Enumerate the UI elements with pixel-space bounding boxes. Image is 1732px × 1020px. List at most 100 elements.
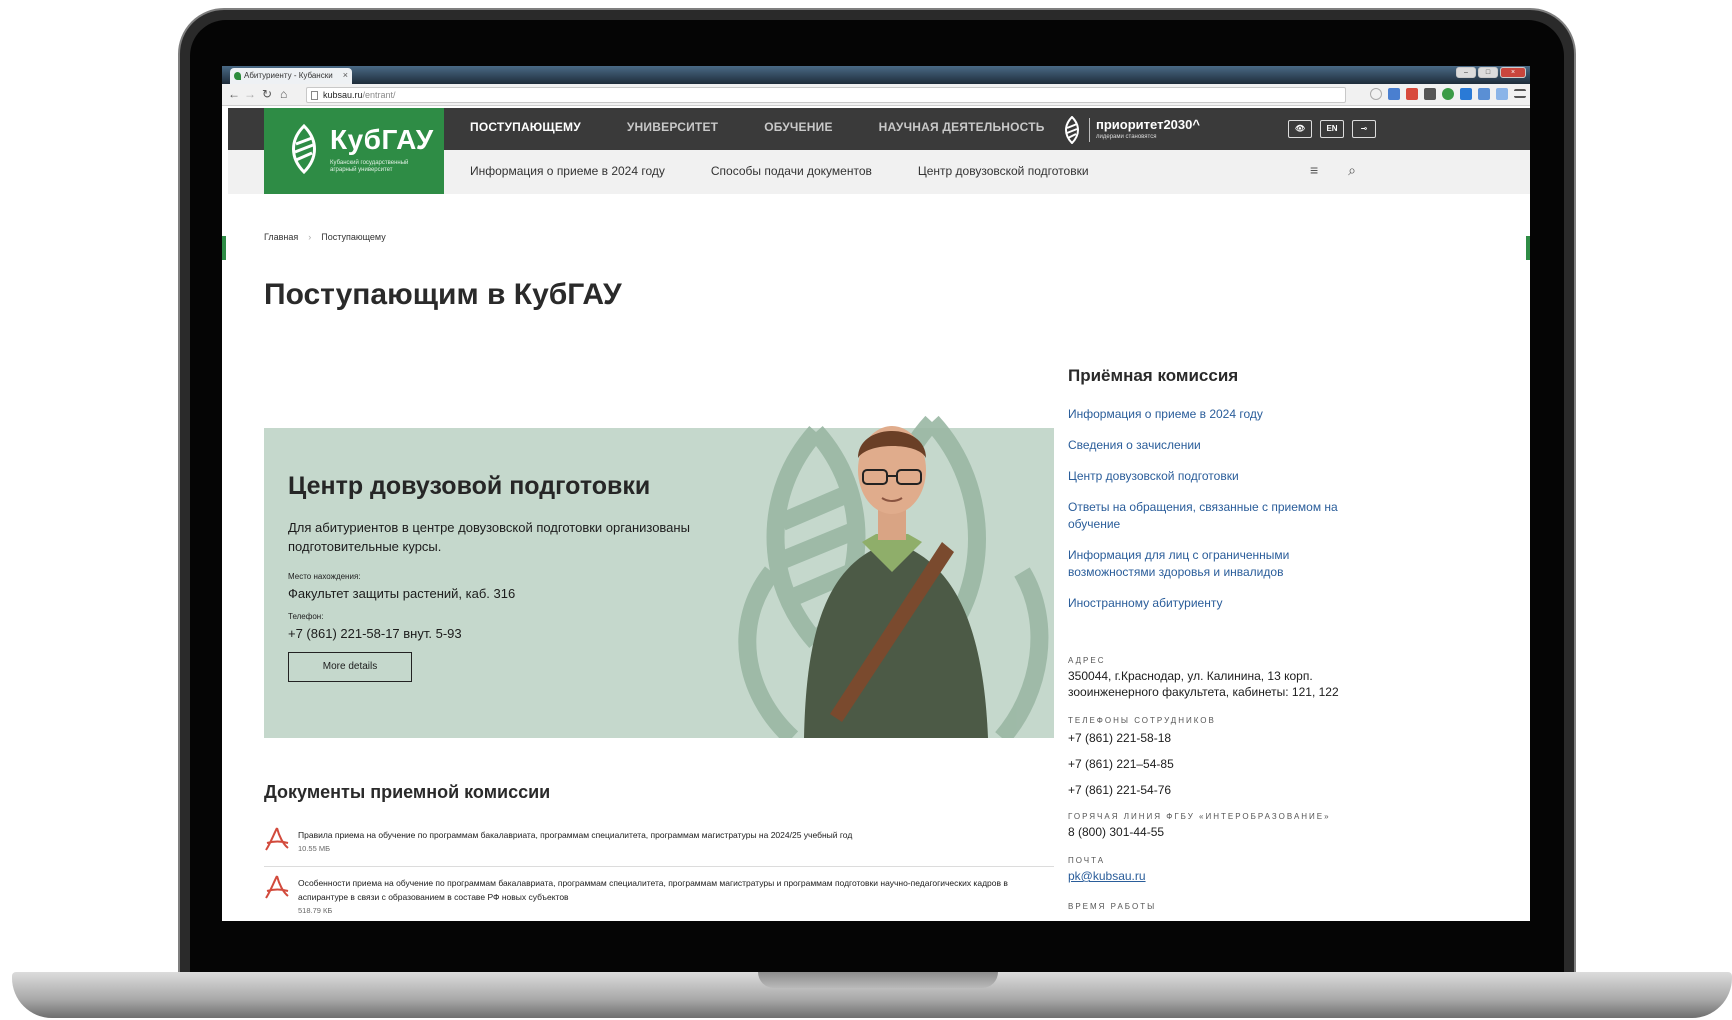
kubgau-logo-icon: [292, 124, 316, 174]
address-label: АДРЕС: [1068, 656, 1106, 665]
promo-location-label: Место нахождения:: [288, 572, 361, 581]
document-size: 10.55 МБ: [298, 844, 331, 853]
pdf-icon: [265, 875, 289, 899]
sidebar-link-foreign-applicant[interactable]: Иностранному абитуриенту: [1068, 595, 1358, 612]
menu-item-science[interactable]: НАУЧНАЯ ДЕЯТЕЛЬНОСТЬ: [879, 120, 1045, 134]
promo-card: Центр довузовой подготовки Для абитуриен…: [264, 415, 1054, 738]
address-value: 350044, г.Краснодар, ул. Калинина, 13 ко…: [1068, 669, 1339, 699]
forward-icon[interactable]: →: [244, 87, 256, 101]
extension-icon[interactable]: [1496, 88, 1508, 100]
screen: Абитуриенту - Кубански × – □ × ← → ↻ ⌂ k…: [222, 66, 1530, 921]
browser-tab[interactable]: Абитуриенту - Кубански ×: [230, 68, 352, 84]
promo-location-value: Факультет защиты растений, каб. 316: [288, 586, 516, 601]
promo-description: Для абитуриентов в центре довузовской по…: [288, 520, 690, 554]
breadcrumb-separator-icon: ›: [308, 232, 312, 242]
submenu-item-admission-2024[interactable]: Информация о приеме в 2024 году: [470, 164, 665, 178]
document-size: 518.79 КБ: [298, 906, 333, 915]
submenu-item-submission-methods[interactable]: Способы подачи документов: [711, 164, 872, 178]
favicon-icon: [234, 72, 241, 80]
email-label: ПОЧТА: [1068, 856, 1106, 865]
hotline-label: ГОРЯЧАЯ ЛИНИЯ ФГБУ «ИНТЕРОБРАЗОВАНИЕ»: [1068, 812, 1331, 821]
documents-title: Документы приемной комиссии: [264, 782, 551, 802]
phones-label: ТЕЛЕФОНЫ СОТРУДНИКОВ: [1068, 716, 1216, 725]
site-logo[interactable]: КубГАУ Кубанский государственный аграрны…: [264, 108, 444, 194]
minimize-icon[interactable]: –: [1456, 67, 1476, 78]
sidebar-link-enrollment[interactable]: Сведения о зачислении: [1068, 437, 1358, 454]
browser-tabstrip: Абитуриенту - Кубански × – □ ×: [222, 66, 1530, 84]
submenu-item-preparatory-center[interactable]: Центр довузовской подготовки: [918, 164, 1089, 178]
extension-icon[interactable]: [1460, 88, 1472, 100]
phone-value[interactable]: +7 (861) 221-54-76: [1068, 782, 1171, 798]
priority-divider: [1089, 118, 1090, 142]
laptop-notch: [758, 972, 998, 988]
maximize-icon[interactable]: □: [1478, 67, 1498, 78]
document-title: Особенности приема на обучение по програ…: [298, 878, 1008, 902]
language-button[interactable]: EN: [1320, 120, 1344, 138]
promo-phone-value: +7 (861) 221-58-17 внут. 5-93: [288, 626, 462, 641]
search-icon[interactable]: ⌕: [1348, 162, 1356, 179]
phone-value[interactable]: +7 (861) 221-58-18: [1068, 730, 1171, 746]
subnav-icons: ≡ ⌕: [1310, 162, 1356, 179]
menu-item-entrant[interactable]: ПОСТУПАЮЩЕМУ: [470, 120, 581, 134]
page-title: Поступающим в КубГАУ: [264, 278, 622, 311]
menu-icon[interactable]: [1514, 89, 1526, 98]
window-close-icon[interactable]: ×: [1500, 67, 1526, 78]
logo-subtitle: Кубанский государственный аграрный униве…: [330, 160, 409, 173]
key-icon: ⊸: [1360, 124, 1368, 133]
extension-icon[interactable]: [1478, 88, 1490, 100]
email-link[interactable]: pk@kubsau.ru: [1068, 868, 1146, 884]
menu-item-university[interactable]: УНИВЕРСИТЕТ: [627, 120, 718, 134]
extension-icon[interactable]: [1388, 88, 1400, 100]
reload-icon[interactable]: ↻: [262, 87, 272, 101]
breadcrumb: Главная › Поступающему: [264, 232, 386, 242]
sidebar-link-appeals[interactable]: Ответы на обращения, связанные с приемом…: [1068, 499, 1358, 533]
window-controls: – □ ×: [1456, 67, 1526, 78]
extension-icon[interactable]: [1424, 88, 1436, 100]
hours-label: ВРЕМЯ РАБОТЫ: [1068, 902, 1157, 911]
promo-phone-label: Телефон:: [288, 612, 324, 621]
more-details-button[interactable]: More details: [288, 652, 412, 682]
visually-impaired-button[interactable]: 👁: [1288, 120, 1312, 138]
document-title: Правила приема на обучение по программам…: [298, 830, 853, 840]
login-button[interactable]: ⊸: [1352, 120, 1376, 138]
green-edge-left: [222, 236, 226, 260]
logo-title: КубГАУ: [330, 124, 434, 155]
sidebar-links: Информация о приеме в 2024 году Сведения…: [1068, 406, 1358, 626]
eye-icon: 👁: [1294, 124, 1306, 133]
student-illustration: [738, 415, 1049, 738]
page-icon: [311, 91, 318, 100]
extension-icon[interactable]: [1406, 88, 1418, 100]
hotline-value[interactable]: 8 (800) 301-44-55: [1068, 824, 1164, 840]
tab-close-icon[interactable]: ×: [343, 70, 348, 80]
url-input[interactable]: kubsau.ru/entrant/: [306, 87, 1346, 103]
star-icon[interactable]: [1370, 88, 1382, 100]
documents-divider: [264, 866, 1054, 867]
sub-menu: Информация о приеме в 2024 году Способы …: [470, 164, 1089, 178]
home-icon[interactable]: ⌂: [280, 87, 287, 101]
priority-subtitle: лидерами становятся: [1096, 134, 1157, 140]
extension-icons: [1370, 88, 1526, 100]
priority2030-logo[interactable]: приоритет2030^ лидерами становятся: [1062, 112, 1242, 146]
priority-leaf-icon: [1065, 116, 1079, 144]
pdf-icon: [265, 827, 289, 851]
promo-title: Центр довузовой подготовки: [288, 472, 651, 500]
address-bar: ← → ↻ ⌂ kubsau.ru/entrant/: [222, 84, 1530, 106]
sidebar-link-admission-2024[interactable]: Информация о приеме в 2024 году: [1068, 406, 1358, 423]
header-buttons: 👁 EN ⊸: [1288, 120, 1376, 138]
priority-title: приоритет2030^: [1096, 117, 1200, 132]
green-edge-right: [1526, 236, 1530, 260]
sidebar-title: Приёмная комиссия: [1068, 366, 1239, 385]
breadcrumb-home[interactable]: Главная: [264, 232, 298, 242]
sidebar-link-preparatory-center[interactable]: Центр довузовской подготовки: [1068, 468, 1358, 485]
extension-icon[interactable]: [1442, 88, 1454, 100]
hamburger-menu-icon[interactable]: ≡: [1310, 162, 1318, 179]
breadcrumb-current: Поступающему: [321, 232, 386, 242]
tab-title: Абитуриенту - Кубански: [244, 71, 333, 80]
main-menu: ПОСТУПАЮЩЕМУ УНИВЕРСИТЕТ ОБУЧЕНИЕ НАУЧНА…: [470, 120, 1045, 134]
url-host: kubsau.ru: [323, 90, 363, 100]
phone-value[interactable]: +7 (861) 221–54-85: [1068, 756, 1174, 772]
sidebar-link-disabilities[interactable]: Информация для лиц с ограниченными возмо…: [1068, 547, 1358, 581]
menu-item-education[interactable]: ОБУЧЕНИЕ: [764, 120, 832, 134]
back-icon[interactable]: ←: [228, 87, 240, 101]
url-path: /entrant/: [362, 90, 396, 100]
